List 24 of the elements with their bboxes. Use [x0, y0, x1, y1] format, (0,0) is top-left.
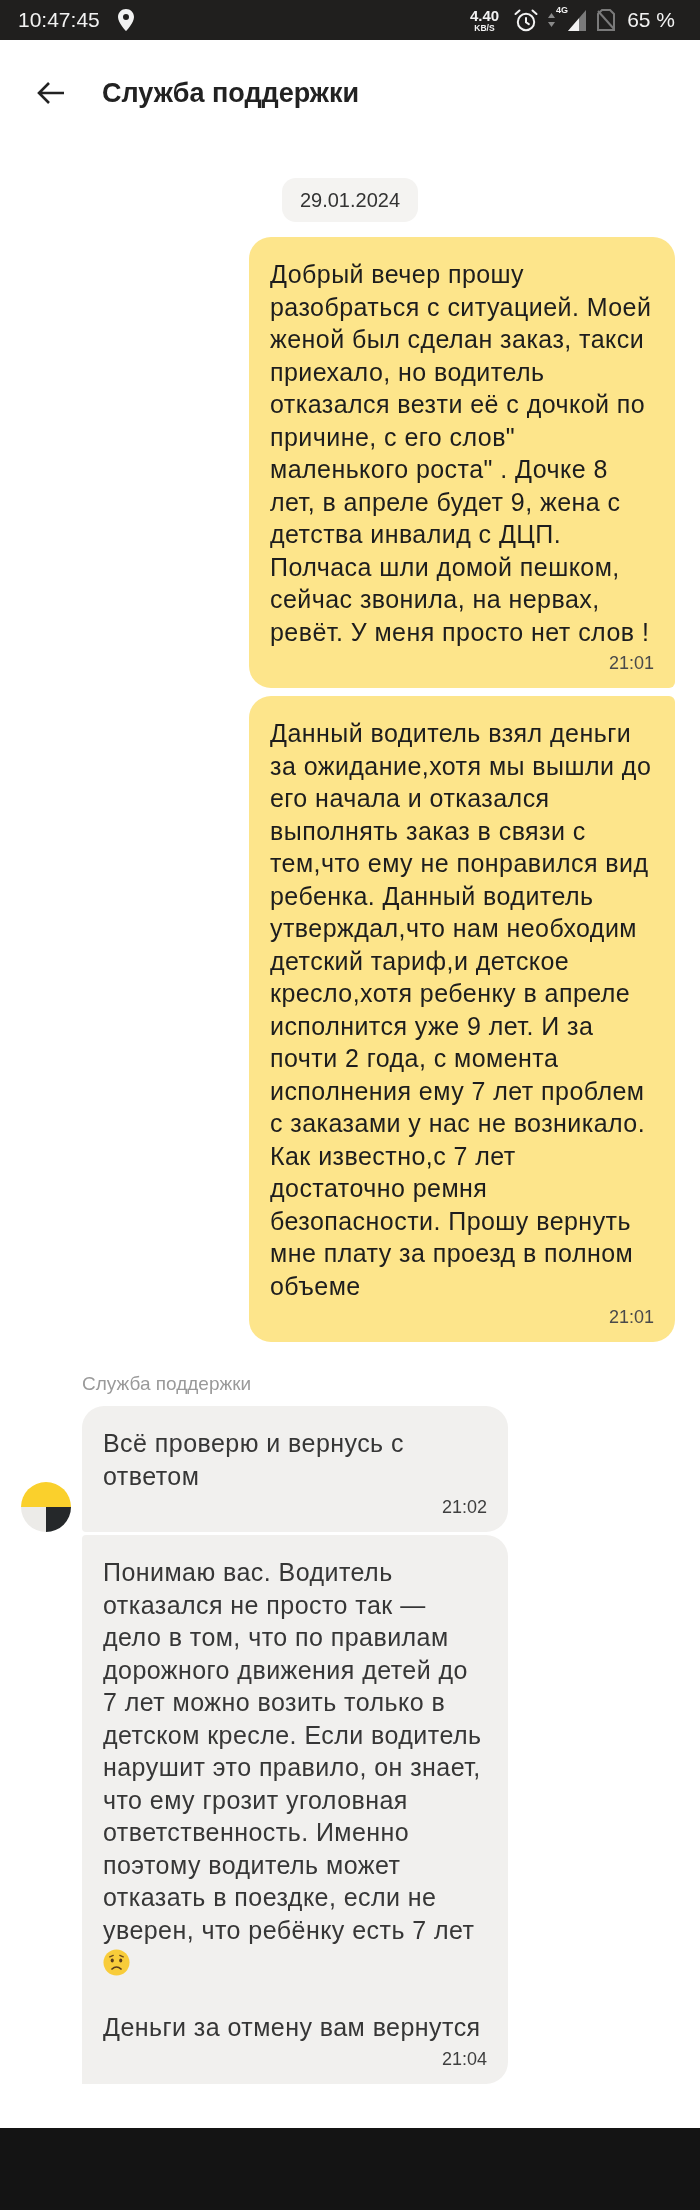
back-arrow-icon[interactable] [36, 81, 65, 105]
worried-face-icon [103, 1949, 130, 1976]
message-text: Добрый вечер прошу разобраться с ситуацией. Моей женой был сделан заказ, такси приехало, но водитель отказался везти её с дочкой по причине, с его слов" маленького роста" . Дочке 8 лет, в апреле будет 9, жена с детства инвалид с ДЦП. Полчаса шли домой пешком, сейчас звонила, на нервах, ревёт. У меня просто нет слов ! [270, 259, 653, 648]
alarm-clock-icon [514, 8, 539, 32]
data-arrows-icon [548, 13, 556, 27]
message-time: 21:01 [608, 1306, 654, 1328]
message-text: Деньги за отмену вам вернутся [103, 2012, 482, 2043]
date-divider: 29.01.2024 [281, 178, 419, 222]
message-time: 21:01 [608, 652, 654, 674]
sender-name: Служба поддержки [82, 1372, 252, 1396]
network-speed: 4.40 [469, 7, 500, 23]
battery-level: 65 % [627, 8, 675, 32]
message-text: Всё проверю и вернусь с ответом [103, 1428, 405, 1492]
message-text: Данный водитель взял деньги за ожидание,хотя мы вышли до его начала и отказался выполнять заказ в связи с тем,что ему не понравился вид ребенка. Данный водитель утверждал,что нам необходим детский тариф,и детское кресло,хотя ребенку в апреле исполнится уже 9 лет. И за почти 2 года, с момента исполнения ему 7 лет проблем с заказами у нас не возникало. Как известно,с 7 лет достаточно ремня безопасности. Прошу вернуть мне плату за проезд в полном объеме [270, 718, 653, 1302]
network-type: 4G [556, 5, 569, 15]
signal-strength-icon [568, 9, 587, 31]
message-time: 21:04 [441, 2047, 487, 2070]
location-pin-icon [117, 9, 134, 31]
message-time: 21:02 [441, 1496, 487, 1518]
status-time: 10:47:45 [18, 8, 100, 32]
no-sim-icon [597, 9, 616, 31]
screen-title: Служба поддержки [102, 77, 360, 109]
message-text: Понимаю вас. Водитель отказался не просто так — дело в том, что по правилам дорожного движения детей до 7 лет можно возить только в детском кресле. Если водитель нарушит это правило, он знает, что ему грозит уголовная ответственность. Именно поэтому водитель может отказать в поездке, если не уверен, что ребёнку есть 7 лет [103, 1557, 483, 1946]
network-speed-unit: KB/S [474, 23, 495, 33]
